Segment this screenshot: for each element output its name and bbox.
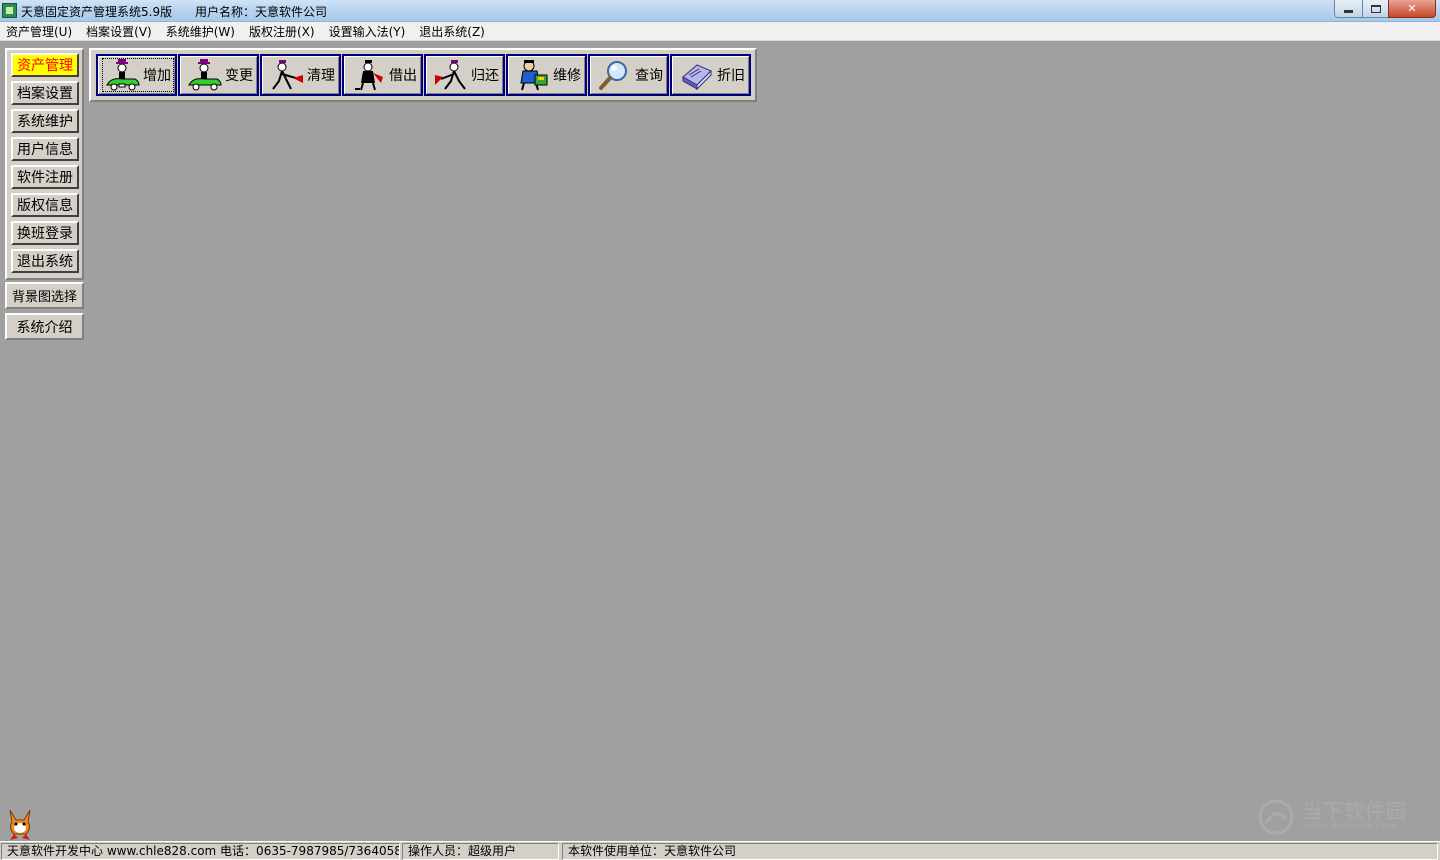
watermark-text: 当下软件园 (1302, 799, 1407, 823)
nav-asset-management[interactable]: 资产管理 (11, 53, 79, 77)
change-button-label: 变更 (225, 68, 253, 84)
status-operator: 操作人员：超级用户 (402, 843, 559, 860)
nav-copyright-info[interactable]: 版权信息 (11, 193, 79, 217)
maximize-icon (1370, 4, 1381, 13)
return-button[interactable]: 归还 (424, 54, 505, 96)
app-icon[interactable] (2, 3, 17, 18)
system-intro-button[interactable]: 系统介绍 (5, 313, 84, 340)
app-window: 天意固定资产管理系统5.9版 用户名称：天意软件公司 ✕ 资产管理(U) 档案设… (0, 0, 1440, 860)
close-icon: ✕ (1407, 2, 1417, 15)
person-lend-icon (355, 60, 383, 91)
title-bar[interactable]: 天意固定资产管理系统5.9版 用户名称：天意软件公司 ✕ (0, 0, 1440, 22)
clean-button[interactable]: 清理 (260, 54, 341, 96)
nav-exit-system[interactable]: 退出系统 (11, 249, 79, 273)
close-button[interactable]: ✕ (1388, 0, 1436, 18)
menu-system-maintenance[interactable]: 系统维护(W) (159, 23, 242, 40)
background-select-button[interactable]: 背景图选择 (5, 282, 84, 309)
toolbar: 增加 变更 清理 借出 归还 维修 查询 折旧 (89, 48, 757, 102)
person-repair-icon (520, 60, 548, 91)
person-car-icon (188, 59, 222, 91)
minimize-button[interactable] (1334, 0, 1363, 18)
status-developer-info: 天意软件开发中心 www.chle828.com 电话：0635-7987985… (1, 843, 400, 860)
window-title: 天意固定资产管理系统5.9版 用户名称：天意软件公司 (21, 5, 327, 19)
maximize-button[interactable] (1362, 0, 1389, 18)
status-using-unit: 本软件使用单位：天意软件公司 (562, 843, 1438, 860)
status-bar: 天意软件开发中心 www.chle828.com 电话：0635-7987985… (0, 841, 1440, 860)
repair-button-label: 维修 (553, 68, 581, 84)
lend-button-label: 借出 (389, 68, 417, 84)
person-return-icon (435, 60, 466, 90)
menu-bar: 资产管理(U) 档案设置(V) 系统维护(W) 版权注册(X) 设置输入法(Y)… (0, 22, 1440, 41)
left-nav-panel: 资产管理 档案设置 系统维护 用户信息 软件注册 版权信息 换班登录 退出系统 (5, 48, 84, 280)
depreciation-button-label: 折旧 (717, 68, 745, 84)
query-button[interactable]: 查询 (588, 54, 669, 96)
depreciation-button[interactable]: 折旧 (670, 54, 751, 96)
menu-copyright-registration[interactable]: 版权注册(X) (242, 23, 322, 40)
minimize-icon (1344, 10, 1353, 13)
person-sweep-icon (272, 60, 303, 90)
fox-mascot-icon (9, 809, 31, 840)
magnifier-icon (599, 61, 627, 90)
person-car-icon (106, 59, 140, 91)
nav-shift-login[interactable]: 换班登录 (11, 221, 79, 245)
menu-archive-settings[interactable]: 档案设置(V) (79, 23, 159, 40)
nav-software-registration[interactable]: 软件注册 (11, 165, 79, 189)
lend-button[interactable]: 借出 (342, 54, 423, 96)
book-icon (682, 64, 712, 91)
watermark-url: www.downxia.com (1304, 821, 1398, 832)
clean-button-label: 清理 (307, 68, 335, 84)
nav-user-info[interactable]: 用户信息 (11, 137, 79, 161)
repair-button[interactable]: 维修 (506, 54, 587, 96)
nav-archive-settings[interactable]: 档案设置 (11, 81, 79, 105)
query-button-label: 查询 (635, 68, 663, 84)
watermark-logo-icon (1258, 799, 1294, 835)
watermark: 当下软件园 www.downxia.com (1256, 795, 1426, 837)
nav-system-maintenance[interactable]: 系统维护 (11, 109, 79, 133)
add-button[interactable]: 增加 (96, 54, 177, 96)
menu-asset-management[interactable]: 资产管理(U) (0, 23, 79, 40)
menu-input-method[interactable]: 设置输入法(Y) (322, 23, 413, 40)
change-button[interactable]: 变更 (178, 54, 259, 96)
menu-exit-system[interactable]: 退出系统(Z) (412, 23, 492, 40)
return-button-label: 归还 (471, 68, 499, 84)
add-button-label: 增加 (143, 68, 171, 84)
